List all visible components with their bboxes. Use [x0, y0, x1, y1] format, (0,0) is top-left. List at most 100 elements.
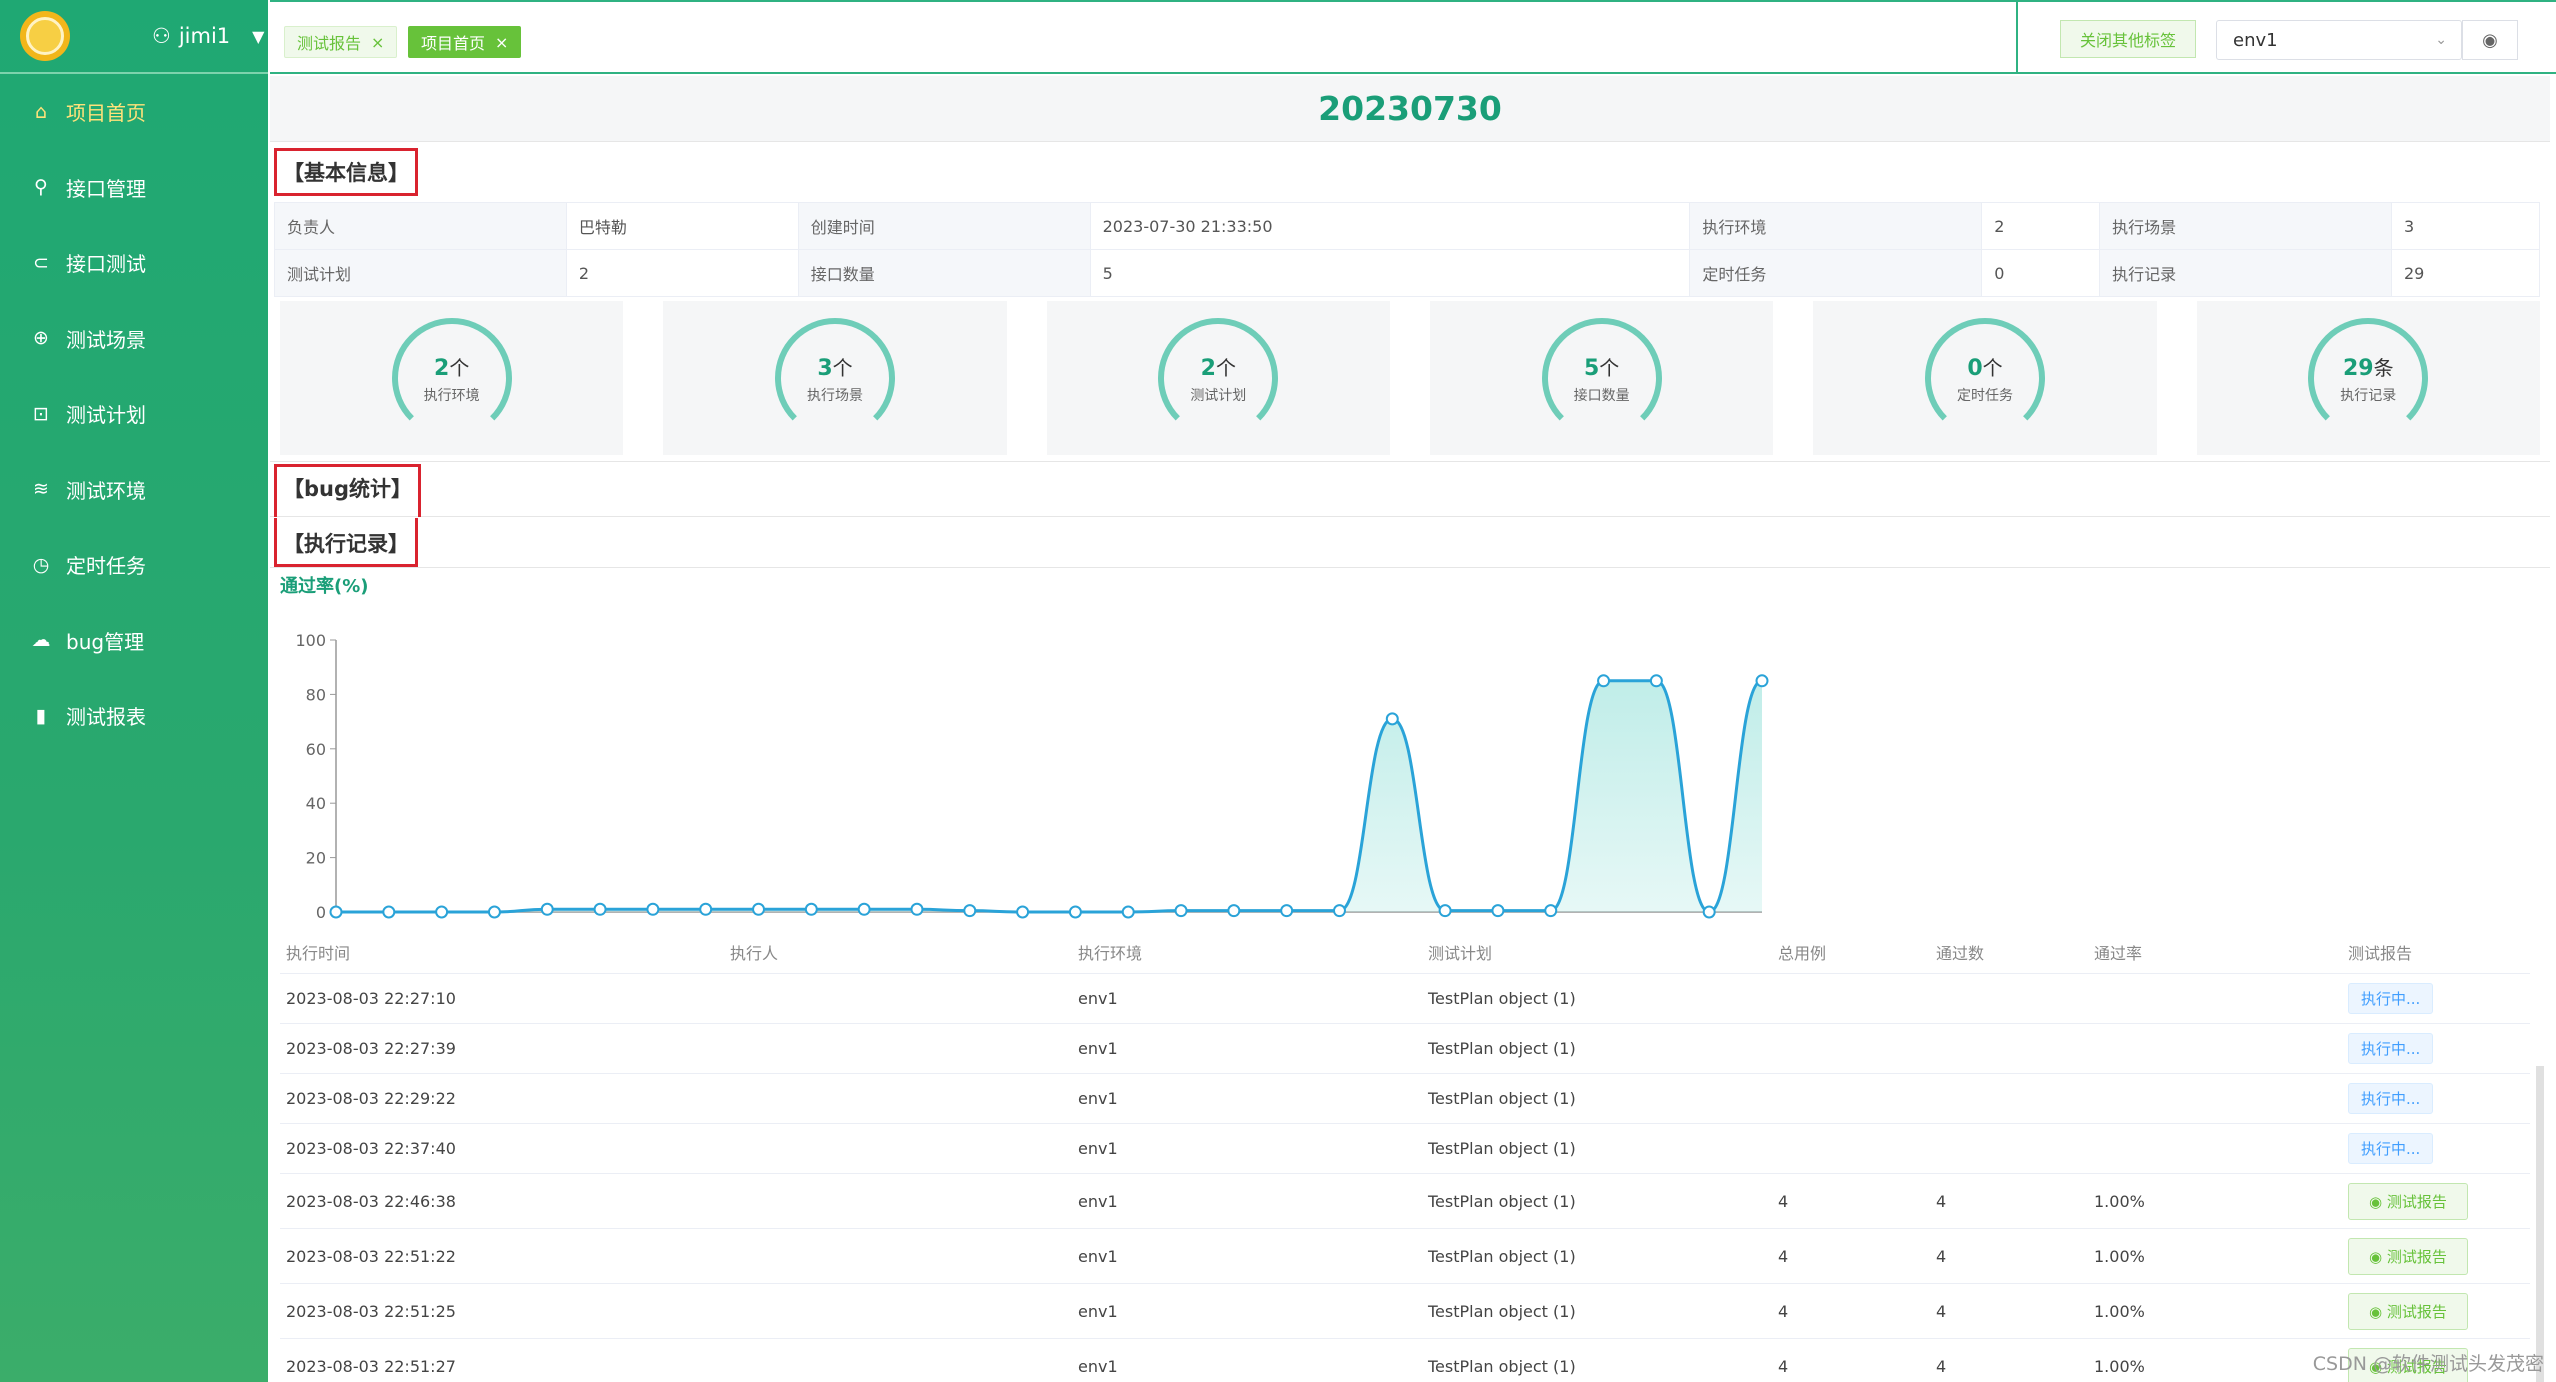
data-point — [1597, 674, 1611, 688]
tab-project-home[interactable]: 项目首页 × — [408, 26, 522, 58]
report-label: 测试报告 — [2386, 1192, 2447, 1211]
info-label: 定时任务 — [1689, 249, 1983, 297]
data-point — [1121, 905, 1135, 919]
cell-plan: TestPlan object (1) — [1428, 1089, 1576, 1108]
cell-pass: 4 — [1936, 1301, 1947, 1321]
column-header: 通过数 — [1936, 943, 1985, 963]
cell-plan: TestPlan object (1) — [1428, 1191, 1576, 1211]
view-env-button[interactable]: ◉ — [2462, 20, 2518, 60]
data-point — [646, 902, 660, 916]
cell-env: env1 — [1078, 1246, 1118, 1266]
y-tick-label: 40 — [306, 794, 326, 813]
env-select[interactable]: env1 ⌄ — [2216, 20, 2462, 60]
cell-plan: TestPlan object (1) — [1428, 1246, 1576, 1266]
info-label: 创建时间 — [797, 202, 1091, 250]
cell-time: 2023-08-03 22:27:10 — [286, 989, 456, 1008]
data-point — [1702, 905, 1716, 919]
watermark: CSDN @软件测试头发茂密 — [2312, 1353, 2544, 1375]
sidebar-item[interactable]: ⊕ 测试场景 — [0, 301, 268, 377]
data-point — [1068, 905, 1082, 919]
running-status-button[interactable]: 执行中... — [2348, 1033, 2434, 1064]
pass-rate-chart: 0 20 40 60 80 100 — [295, 631, 1769, 922]
info-row: 负责人 巴特勒 创建时间 2023-07-30 21:33:50 执行环境 2 执行场景 3 — [274, 202, 2540, 250]
y-tick-label: 60 — [306, 740, 326, 759]
stat-unit: 条 — [2373, 355, 2394, 380]
running-status-button[interactable]: 执行中... — [2348, 983, 2434, 1014]
info-value: 3 — [2391, 202, 2540, 250]
basic-info-heading: 【基本信息】 — [274, 148, 418, 196]
column-header: 测试计划 — [1428, 943, 1493, 963]
data-point — [752, 902, 766, 916]
stat-value: 3个 — [817, 352, 852, 381]
view-report-button[interactable]: ◉ 测试报告 — [2348, 1182, 2468, 1220]
close-icon[interactable]: × — [371, 33, 384, 52]
progress-ring: 2个 执行环境 — [391, 318, 512, 438]
y-tick-label: 20 — [306, 849, 326, 868]
progress-ring: 29条 执行记录 — [2308, 318, 2429, 438]
cell-plan: TestPlan object (1) — [1428, 989, 1576, 1008]
stat-number: 5 — [1583, 355, 1600, 381]
sidebar-item[interactable]: ⊡ 测试计划 — [0, 376, 268, 452]
sidebar-item[interactable]: ▮ 测试报表 — [0, 678, 268, 754]
bookmark-icon: ⊡ — [33, 402, 49, 425]
tab-label: 项目首页 — [421, 34, 486, 53]
data-point — [857, 902, 871, 916]
progress-ring: 5个 接口数量 — [1541, 318, 1662, 438]
user-menu[interactable]: ⚇ jimi1 ▼ — [152, 24, 264, 48]
scrollbar[interactable] — [2532, 1046, 2548, 1382]
cell-report: 执行中... — [2348, 1083, 2528, 1114]
sidebar-item-label: 定时任务 — [66, 554, 146, 579]
sidebar: ⚇ jimi1 ▼ ⌂ 项目首页 ⚲ 接口管理 ⊂ 接口测试 ⊕ 测试场景 ⊡ 测试计划 ≋ 测试环境… — [0, 0, 268, 1382]
database-icon: ≋ — [33, 478, 49, 501]
table-row: 2023-08-03 22:51:22 env1 TestPlan object (… — [280, 1229, 2530, 1284]
data-point — [1438, 904, 1452, 918]
paperclip-icon: ⚲ — [34, 176, 48, 199]
progress-ring: 3个 执行场景 — [774, 318, 895, 438]
close-others-button[interactable]: 关闭其他标签 — [2060, 20, 2196, 58]
stat-cards: 2个 执行环境 3个 执行场景 2个 测试计划 5个 接口数量 0个 定时任务 … — [270, 297, 2550, 455]
sidebar-item[interactable]: ⚲ 接口管理 — [0, 150, 268, 226]
running-status-button[interactable]: 执行中... — [2348, 1133, 2434, 1164]
username: jimi1 — [178, 24, 231, 48]
stat-label: 测试计划 — [1190, 387, 1247, 404]
sidebar-item-label: 测试报表 — [66, 705, 146, 730]
stat-value: 5个 — [1584, 352, 1619, 381]
running-status-button[interactable]: 执行中... — [2348, 1083, 2434, 1114]
stat-label: 定时任务 — [1956, 387, 2013, 404]
info-value: 2023-07-30 21:33:50 — [1089, 202, 1691, 250]
cell-total: 4 — [1778, 1301, 1789, 1321]
cell-env: env1 — [1078, 1191, 1118, 1211]
title-bar: 20230730 — [270, 76, 2550, 142]
sidebar-item-label: 测试计划 — [66, 403, 146, 428]
sidebar-item[interactable]: ≋ 测试环境 — [0, 452, 268, 528]
info-label: 负责人 — [274, 202, 567, 250]
info-label: 执行记录 — [2099, 249, 2392, 297]
sidebar-item[interactable]: ☁ bug管理 — [0, 603, 268, 679]
stat-label: 接口数量 — [1573, 387, 1630, 404]
eye-icon: ◉ — [2482, 29, 2498, 51]
cell-time: 2023-08-03 22:51:27 — [286, 1356, 456, 1376]
stat-label: 执行环境 — [423, 387, 480, 404]
link-icon: ⊂ — [33, 251, 49, 274]
view-report-button[interactable]: ◉ 测试报告 — [2348, 1237, 2468, 1275]
data-point — [1332, 904, 1346, 918]
stat-card: 2个 执行环境 — [280, 301, 624, 455]
cell-env: env1 — [1078, 1089, 1118, 1108]
cell-time: 2023-08-03 22:37:40 — [286, 1139, 456, 1158]
data-point — [963, 904, 977, 918]
info-value: 2 — [1981, 202, 2101, 250]
bug-heading-row: 【bug统计】 — [270, 463, 2550, 517]
info-label: 执行场景 — [2099, 202, 2392, 250]
column-header: 执行人 — [730, 943, 779, 963]
sidebar-item[interactable]: ⊂ 接口测试 — [0, 225, 268, 301]
series-line — [336, 679, 1763, 914]
cell-time: 2023-08-03 22:51:25 — [286, 1301, 456, 1321]
tab-test-report[interactable]: 测试报告 × — [284, 26, 398, 58]
view-report-button[interactable]: ◉ 测试报告 — [2348, 1292, 2468, 1330]
sidebar-item[interactable]: ◷ 定时任务 — [0, 527, 268, 603]
cell-rate: 1.00% — [2094, 1191, 2145, 1211]
caret-down-icon: ▼ — [252, 26, 265, 46]
sidebar-item-label: bug管理 — [66, 629, 145, 654]
close-icon[interactable]: × — [495, 33, 508, 52]
sidebar-item[interactable]: ⌂ 项目首页 — [0, 74, 268, 150]
